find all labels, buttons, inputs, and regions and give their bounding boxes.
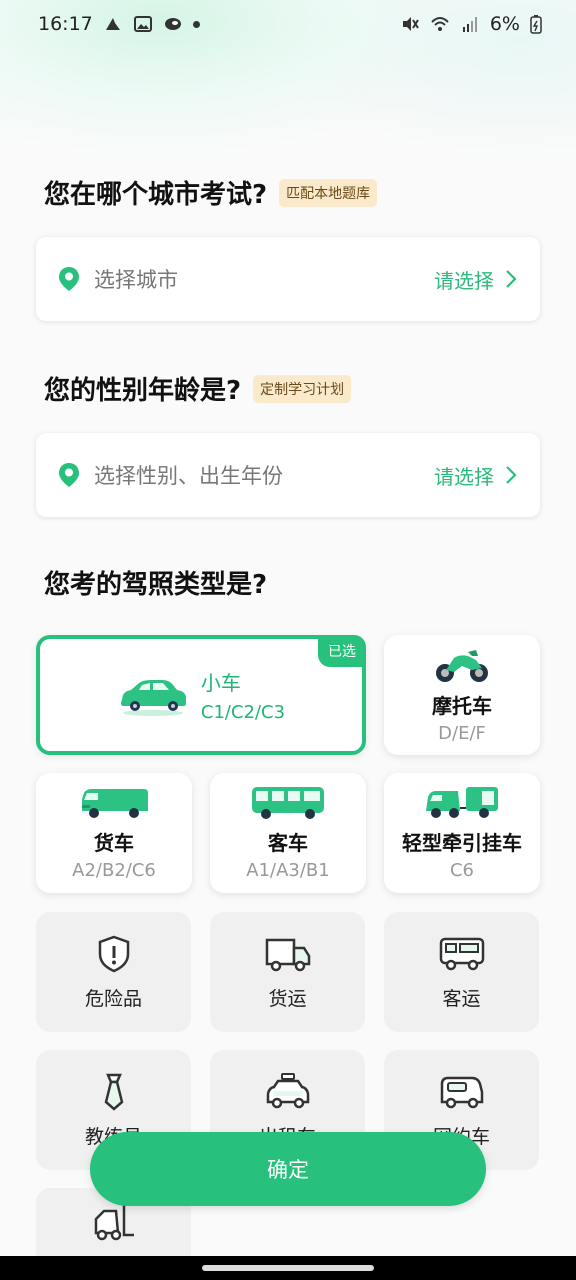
bus-name: 客车 (268, 831, 308, 855)
app-notification-icon (164, 18, 181, 30)
option-hazardous-label: 危险品 (84, 987, 142, 1010)
city-select-label: 选择城市 (94, 268, 178, 292)
gender-question-title: 您的性别年龄是? (44, 376, 242, 406)
truck-classes: A2/B2/C6 (72, 860, 156, 881)
license-option-car[interactable]: 已选 小车 C1/C2/C3 (36, 635, 366, 755)
option-freight[interactable]: 货运 (210, 912, 365, 1032)
trailer-name: 轻型牵引挂车 (402, 831, 522, 855)
freight-van-icon (265, 938, 310, 971)
status-time: 16:17 (38, 13, 93, 35)
gender-question: 您的性别年龄是? 定制学习计划 (44, 370, 352, 407)
gender-tag: 定制学习计划 (253, 374, 352, 403)
motorcycle-classes: D/E/F (438, 723, 486, 744)
option-hazardous[interactable]: 危险品 (36, 912, 191, 1032)
taxi-icon (266, 1072, 309, 1108)
battery-icon (530, 15, 542, 34)
trailer-classes: C6 (449, 860, 475, 881)
gallery-icon (133, 16, 152, 32)
chevron-right-icon (506, 270, 517, 288)
wifi-icon (431, 17, 449, 31)
system-nav-bar (0, 1256, 576, 1280)
city-question-title: 您在哪个城市考试? (44, 180, 268, 210)
license-question-title: 您考的驾照类型是? (44, 570, 268, 600)
ride-hailing-car-icon (440, 1076, 483, 1108)
option-freight-label: 货运 (268, 987, 307, 1010)
battery-percent: 6% (489, 13, 520, 35)
license-question: 您考的驾照类型是? (44, 564, 267, 601)
bus-classes: A1/A3/B1 (246, 860, 330, 881)
gender-select-action: 请选择 (434, 464, 494, 489)
license-option-truck[interactable]: 货车 A2/B2/C6 (36, 773, 192, 893)
car-icon (120, 680, 186, 716)
gender-age-select[interactable]: 选择性别、出生年份 请选择 (36, 433, 540, 517)
city-select[interactable]: 选择城市 请选择 (36, 237, 540, 321)
motorcycle-icon (436, 650, 488, 682)
option-passenger-label: 客运 (442, 987, 481, 1010)
car-classes: C1/C2/C3 (200, 702, 286, 723)
license-option-bus[interactable]: 客车 A1/A3/B1 (210, 773, 366, 893)
home-gesture-handle[interactable] (202, 1265, 374, 1271)
notification-app-icon (105, 18, 120, 30)
car-name: 小车 (200, 671, 241, 695)
license-option-motorcycle[interactable]: 摩托车 D/E/F (384, 635, 540, 755)
hazard-shield-icon (98, 935, 129, 972)
motorcycle-name: 摩托车 (432, 694, 492, 718)
more-notifications-dot (192, 20, 200, 28)
truck-icon (82, 789, 148, 818)
bus-icon (252, 787, 324, 819)
signal-icon (462, 17, 477, 32)
truck-name: 货车 (94, 831, 134, 855)
city-tag: 匹配本地题库 (279, 178, 378, 207)
status-bar: 16:17 6% (0, 0, 576, 48)
city-question: 您在哪个城市考试? 匹配本地题库 (44, 174, 378, 211)
location-pin-icon (59, 463, 79, 487)
mute-icon (402, 17, 419, 31)
tie-icon (104, 1073, 123, 1111)
city-select-action: 请选择 (434, 268, 494, 293)
license-option-trailer[interactable]: 轻型牵引挂车 C6 (384, 773, 540, 893)
chevron-right-icon (506, 466, 517, 484)
trailer-icon (426, 787, 498, 818)
location-pin-icon (59, 267, 79, 291)
confirm-button[interactable]: 确定 (90, 1132, 486, 1206)
gender-select-label: 选择性别、出生年份 (94, 464, 283, 488)
forklift-icon (94, 1205, 134, 1241)
selected-badge: 已选 (318, 635, 366, 667)
option-passenger[interactable]: 客运 (384, 912, 539, 1032)
passenger-bus-icon (439, 937, 484, 970)
